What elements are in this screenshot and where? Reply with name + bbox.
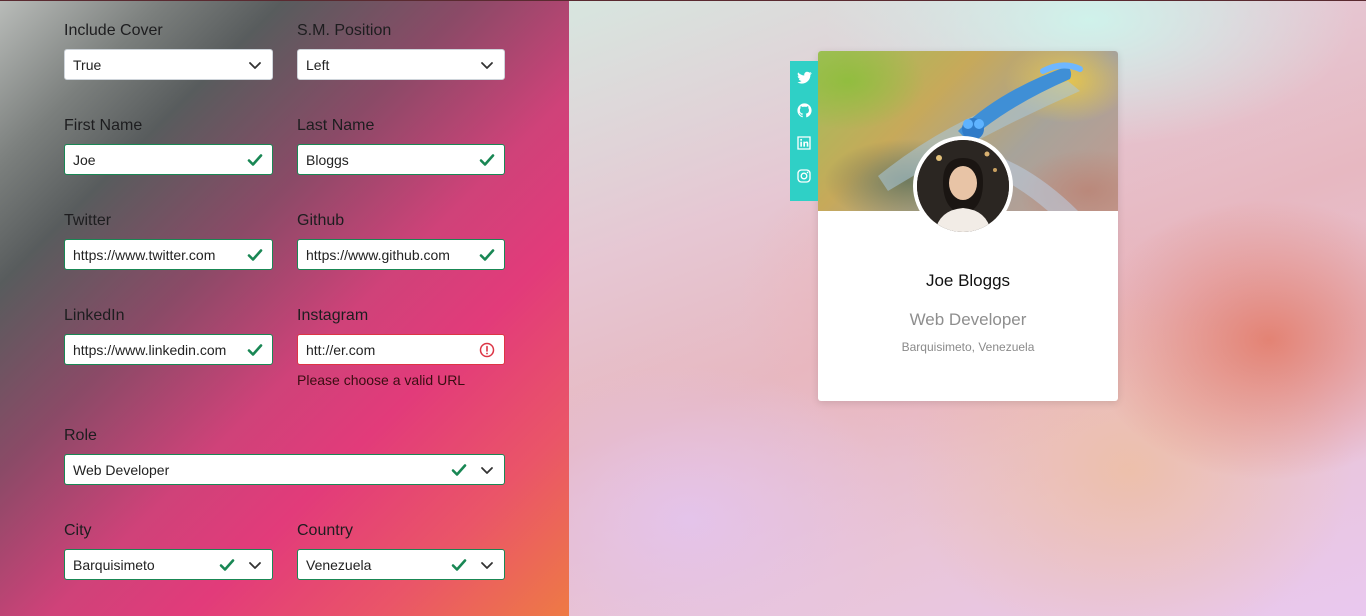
last-name-value: Bloggs bbox=[306, 151, 349, 168]
instagram-value: htt://er.com bbox=[306, 341, 376, 358]
card-location: Barquisimeto, Venezuela bbox=[901, 340, 1035, 354]
check-icon bbox=[451, 559, 467, 571]
instagram-label: Instagram bbox=[297, 307, 369, 324]
github-icon[interactable] bbox=[790, 102, 818, 135]
avatar-photo bbox=[917, 140, 1009, 232]
check-icon bbox=[247, 154, 263, 166]
check-icon bbox=[247, 249, 263, 261]
card-name: Joe Bloggs bbox=[925, 271, 1011, 290]
check-icon bbox=[451, 464, 467, 476]
top-border bbox=[0, 0, 1366, 1]
city-label: City bbox=[64, 522, 92, 539]
instagram-input[interactable]: htt://er.com bbox=[297, 334, 505, 365]
instagram-icon[interactable] bbox=[790, 168, 818, 201]
card-preview-area: Joe Bloggs Web Developer Barquisimeto, V… bbox=[569, 0, 1366, 616]
country-label: Country bbox=[297, 522, 354, 539]
country-value: Venezuela bbox=[306, 556, 372, 573]
social-links-bar bbox=[790, 61, 818, 201]
profile-card: Joe Bloggs Web Developer Barquisimeto, V… bbox=[790, 51, 1118, 401]
twitter-label: Twitter bbox=[64, 212, 112, 229]
check-icon bbox=[479, 249, 495, 261]
twitter-icon[interactable] bbox=[790, 69, 818, 102]
last-name-input[interactable]: Bloggs bbox=[297, 144, 505, 175]
card-role: Web Developer bbox=[909, 310, 1027, 329]
check-icon bbox=[219, 559, 235, 571]
sm-position-select[interactable]: Left bbox=[297, 49, 505, 80]
include-cover-value: True bbox=[73, 56, 102, 73]
check-icon bbox=[479, 154, 495, 166]
first-name-value: Joe bbox=[73, 151, 96, 168]
twitter-input[interactable]: https://www.twitter.com bbox=[64, 239, 273, 270]
chevron-down-icon bbox=[249, 562, 261, 569]
country-select[interactable]: Venezuela bbox=[297, 549, 505, 580]
github-value: https://www.github.com bbox=[306, 246, 450, 263]
avatar bbox=[913, 136, 1013, 236]
city-select[interactable]: Barquisimeto bbox=[64, 549, 273, 580]
chevron-down-icon bbox=[481, 562, 493, 569]
city-value: Barquisimeto bbox=[73, 556, 155, 573]
sm-position-value: Left bbox=[306, 56, 330, 73]
linkedin-label: LinkedIn bbox=[64, 307, 125, 324]
role-label: Role bbox=[64, 427, 97, 444]
include-cover-label: Include Cover bbox=[64, 22, 163, 39]
profile-form: Include Cover True S.M. Position Left Fi… bbox=[0, 0, 569, 616]
linkedin-value: https://www.linkedin.com bbox=[73, 341, 227, 358]
chevron-down-icon bbox=[481, 62, 493, 69]
github-label: Github bbox=[297, 212, 345, 229]
error-icon bbox=[479, 342, 495, 358]
role-value: Web Developer bbox=[73, 461, 170, 478]
role-select[interactable]: Web Developer bbox=[64, 454, 505, 485]
linkedin-input[interactable]: https://www.linkedin.com bbox=[64, 334, 273, 365]
sm-position-label: S.M. Position bbox=[297, 22, 392, 39]
check-icon bbox=[247, 344, 263, 356]
first-name-label: First Name bbox=[64, 117, 143, 134]
twitter-value: https://www.twitter.com bbox=[73, 246, 216, 263]
first-name-input[interactable]: Joe bbox=[64, 144, 273, 175]
instagram-error-message: Please choose a valid URL bbox=[297, 372, 466, 388]
github-input[interactable]: https://www.github.com bbox=[297, 239, 505, 270]
include-cover-select[interactable]: True bbox=[64, 49, 273, 80]
last-name-label: Last Name bbox=[297, 117, 375, 134]
chevron-down-icon bbox=[249, 62, 261, 69]
linkedin-icon[interactable] bbox=[790, 135, 818, 168]
chevron-down-icon bbox=[481, 467, 493, 474]
